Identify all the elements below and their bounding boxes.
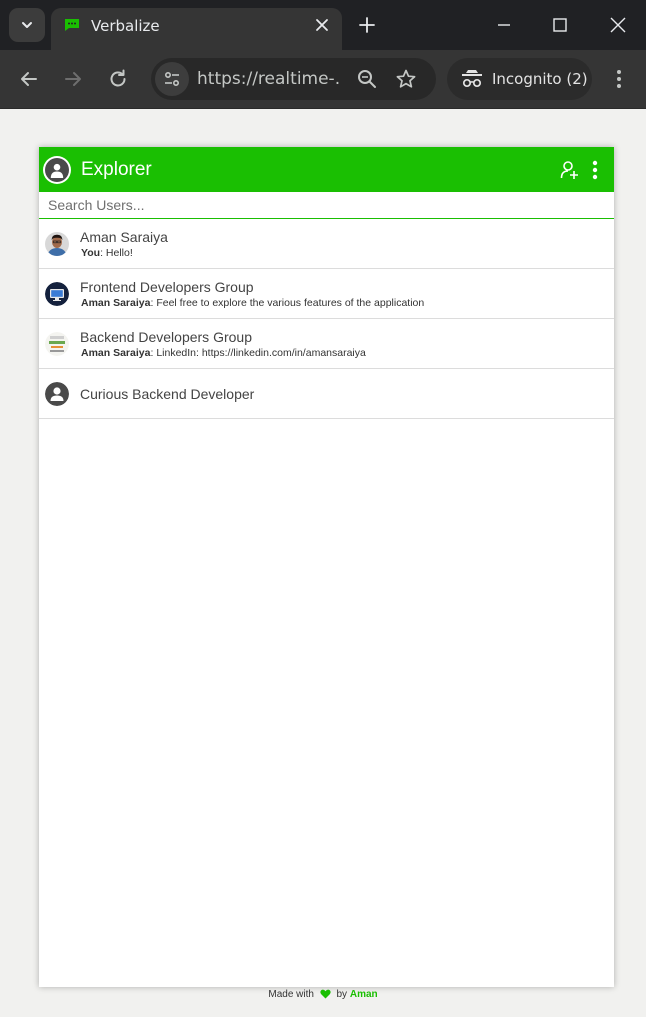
default-user-avatar: [45, 382, 69, 406]
browser-toolbar: https://realtime-... Incognito (2): [0, 50, 646, 109]
browser-menu-icon[interactable]: [609, 67, 629, 91]
conversation-name: Curious Backend Developer: [80, 386, 255, 402]
conversation-item[interactable]: Curious Backend Developer: [39, 369, 614, 419]
last-message: You: Hello!: [81, 247, 133, 259]
app-header: Explorer: [39, 147, 614, 192]
maximize-icon[interactable]: [548, 13, 572, 37]
last-message: Aman Saraiya: Feel free to explore the v…: [81, 297, 425, 309]
close-window-icon[interactable]: [606, 13, 630, 37]
message-sender: You: [81, 247, 101, 259]
bookmark-star-icon[interactable]: [395, 68, 417, 90]
chevron-down-icon: [22, 22, 32, 28]
footer-by: by: [336, 989, 348, 1000]
conversation-name: Frontend Developers Group: [80, 279, 254, 295]
reload-icon[interactable]: [106, 67, 130, 91]
browser-tabstrip: Verbalize: [0, 0, 646, 50]
back-arrow-icon[interactable]: [17, 67, 41, 91]
heart-icon: [320, 989, 331, 999]
monitor-group-avatar: [45, 282, 69, 306]
conversation-item[interactable]: Frontend Developers Group Aman Saraiya: …: [39, 269, 614, 319]
profile-avatar[interactable]: [43, 156, 71, 184]
message-sender: Aman Saraiya: [81, 347, 151, 359]
minimize-icon[interactable]: [492, 13, 516, 37]
incognito-button[interactable]: Incognito (2): [447, 58, 592, 100]
conversation-name: Backend Developers Group: [80, 329, 252, 345]
footer-author-link[interactable]: Aman: [350, 989, 378, 1000]
code-group-avatar: [45, 332, 69, 356]
footer-made-with: Made with: [268, 989, 314, 1000]
tune-icon: [164, 71, 180, 87]
tab-title: Verbalize: [91, 17, 160, 35]
tab-search-button[interactable]: [9, 8, 45, 42]
forward-arrow-icon[interactable]: [61, 67, 85, 91]
message-text: Hello!: [105, 247, 133, 259]
message-sender: Aman Saraiya: [81, 297, 151, 309]
more-options-icon[interactable]: [591, 160, 599, 180]
chat-app-panel: Explorer Aman Saraiya You: Hello! Fronte…: [39, 147, 614, 987]
user-icon: [50, 163, 64, 178]
incognito-icon: [462, 70, 482, 88]
close-tab-icon[interactable]: [314, 17, 330, 33]
chat-favicon-icon: [65, 19, 79, 31]
message-text: LinkedIn: https://linkedin.com/in/amansa…: [156, 347, 366, 359]
photo-avatar: [45, 232, 69, 256]
conversation-item[interactable]: Backend Developers Group Aman Saraiya: L…: [39, 319, 614, 369]
new-tab-icon[interactable]: [357, 15, 377, 35]
browser-tab[interactable]: Verbalize: [51, 8, 342, 50]
conversation-item[interactable]: Aman Saraiya You: Hello!: [39, 219, 614, 269]
page-title: Explorer: [81, 159, 152, 180]
search-users-input[interactable]: [39, 192, 614, 219]
url-text[interactable]: https://realtime-...: [197, 69, 341, 89]
message-text: Feel free to explore the various feature…: [156, 297, 425, 309]
add-user-icon[interactable]: [560, 160, 580, 180]
site-info-button[interactable]: [155, 62, 189, 96]
conversation-name: Aman Saraiya: [80, 229, 168, 245]
incognito-label: Incognito (2): [492, 70, 588, 88]
last-message: Aman Saraiya: LinkedIn: https://linkedin…: [81, 347, 366, 359]
address-bar[interactable]: https://realtime-...: [151, 58, 436, 100]
footer: Made with by Aman: [0, 989, 646, 1000]
zoom-icon[interactable]: [356, 68, 378, 90]
conversation-list: Aman Saraiya You: Hello! Frontend Develo…: [39, 219, 614, 419]
